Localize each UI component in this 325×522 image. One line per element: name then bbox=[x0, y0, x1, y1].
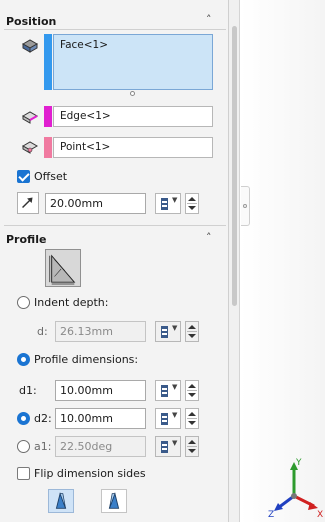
edge-selection-box[interactable]: Edge<1> bbox=[53, 106, 213, 127]
graphics-viewport[interactable] bbox=[241, 0, 325, 522]
triad-z-label: Z bbox=[268, 510, 274, 518]
spinner-separator bbox=[187, 390, 197, 391]
spinner-up-icon[interactable] bbox=[188, 440, 196, 444]
a1-spinner[interactable] bbox=[185, 436, 199, 457]
units-dropdown-icon: ▼ bbox=[172, 383, 178, 391]
spinner-down-icon[interactable] bbox=[188, 421, 196, 425]
d1-input[interactable]: 10.00mm bbox=[55, 380, 146, 401]
offset-checkbox[interactable] bbox=[17, 170, 30, 183]
profile-section-top-divider bbox=[4, 225, 226, 226]
d2-radio[interactable] bbox=[17, 412, 30, 425]
spinner-up-icon[interactable] bbox=[188, 197, 196, 201]
triad-y-label: Y bbox=[295, 458, 302, 468]
spinner-separator bbox=[187, 418, 197, 419]
point-selection-box[interactable]: Point<1> bbox=[53, 137, 213, 158]
units-dropdown-icon: ▼ bbox=[172, 324, 178, 332]
d-label: d: bbox=[37, 325, 48, 338]
flip-side-1-button[interactable] bbox=[48, 489, 74, 513]
units-icon bbox=[161, 441, 168, 453]
splitter-grip-icon bbox=[243, 204, 247, 208]
offset-label: Offset bbox=[34, 170, 68, 183]
profile-dimensions-radio[interactable] bbox=[17, 353, 30, 366]
face-color-swatch bbox=[44, 34, 52, 90]
spinner-up-icon[interactable] bbox=[188, 384, 196, 388]
flip-side-2-icon bbox=[108, 492, 120, 509]
units-icon bbox=[161, 413, 168, 425]
face-selection-icon bbox=[21, 39, 39, 53]
panel-collapse-splitter[interactable] bbox=[241, 186, 250, 226]
offset-distance-input[interactable]: 20.00mm bbox=[45, 193, 146, 214]
d1-units-button[interactable]: ▼ bbox=[155, 380, 181, 401]
a1-radio[interactable] bbox=[17, 440, 30, 453]
spinner-down-icon[interactable] bbox=[188, 393, 196, 397]
indent-depth-input[interactable]: 26.13mm bbox=[55, 321, 146, 342]
profile-section-title: Profile bbox=[6, 233, 47, 246]
position-collapse-chevron-icon[interactable]: ˄ bbox=[206, 13, 212, 26]
units-dropdown-icon: ▼ bbox=[172, 411, 178, 419]
units-icon bbox=[161, 385, 168, 397]
a1-input[interactable]: 22.50deg bbox=[55, 436, 146, 457]
spinner-down-icon[interactable] bbox=[188, 449, 196, 453]
point-color-swatch bbox=[44, 137, 52, 158]
reverse-direction-arrow-icon bbox=[22, 197, 33, 209]
units-dropdown-icon: ▼ bbox=[172, 196, 178, 204]
edge-selection-icon bbox=[21, 111, 39, 124]
profile-dimensions-diagram-icon bbox=[49, 254, 76, 285]
offset-spinner[interactable] bbox=[185, 193, 199, 214]
point-selection-text: Point<1> bbox=[60, 141, 111, 153]
position-section-title: Position bbox=[6, 15, 57, 28]
face-selection-box[interactable]: Face<1> bbox=[53, 34, 213, 90]
face-selection-text: Face<1> bbox=[60, 39, 109, 51]
d2-spinner[interactable] bbox=[185, 408, 199, 429]
units-icon bbox=[161, 326, 168, 338]
spinner-up-icon[interactable] bbox=[188, 412, 196, 416]
flip-side-1-icon bbox=[55, 492, 67, 509]
d2-input[interactable]: 10.00mm bbox=[55, 408, 146, 429]
units-icon bbox=[161, 198, 168, 210]
a1-label: a1: bbox=[34, 440, 52, 453]
flip-side-2-button[interactable] bbox=[101, 489, 127, 513]
position-section-divider bbox=[4, 29, 226, 30]
profile-collapse-chevron-icon[interactable]: ˄ bbox=[206, 231, 212, 244]
triad-x-label: X bbox=[317, 510, 323, 518]
edge-selection-text: Edge<1> bbox=[60, 110, 111, 122]
d1-label: d1: bbox=[19, 384, 37, 397]
profile-diagram-icon bbox=[45, 249, 81, 287]
property-manager-panel: Position ˄ Face<1> Edge<1> Point<1> Offs… bbox=[0, 0, 229, 522]
indent-depth-label: Indent depth: bbox=[34, 296, 109, 309]
spinner-separator bbox=[187, 446, 197, 447]
coordinate-triad-icon: Y X Z bbox=[268, 458, 323, 518]
spinner-separator bbox=[187, 331, 197, 332]
d2-units-button[interactable]: ▼ bbox=[155, 408, 181, 429]
spinner-down-icon[interactable] bbox=[188, 334, 196, 338]
selection-box-resize-handle[interactable] bbox=[130, 91, 135, 96]
panel-scrollbar[interactable] bbox=[229, 0, 240, 522]
indent-depth-radio[interactable] bbox=[17, 296, 30, 309]
units-dropdown-icon: ▼ bbox=[172, 439, 178, 447]
d2-label: d2: bbox=[34, 412, 52, 425]
a1-units-button[interactable]: ▼ bbox=[155, 436, 181, 457]
reverse-direction-button[interactable] bbox=[17, 192, 39, 214]
spinner-up-icon[interactable] bbox=[188, 325, 196, 329]
indent-depth-units-button[interactable]: ▼ bbox=[155, 321, 181, 342]
indent-depth-spinner[interactable] bbox=[185, 321, 199, 342]
spinner-separator bbox=[187, 203, 197, 204]
d1-spinner[interactable] bbox=[185, 380, 199, 401]
flip-dimension-sides-checkbox[interactable] bbox=[17, 467, 30, 480]
panel-scrollbar-thumb[interactable] bbox=[232, 26, 237, 306]
spinner-down-icon[interactable] bbox=[188, 206, 196, 210]
point-selection-icon bbox=[21, 141, 39, 154]
flip-dimension-sides-label: Flip dimension sides bbox=[34, 467, 146, 480]
edge-color-swatch bbox=[44, 106, 52, 127]
profile-dimensions-label: Profile dimensions: bbox=[34, 353, 139, 366]
offset-units-button[interactable]: ▼ bbox=[155, 193, 181, 214]
